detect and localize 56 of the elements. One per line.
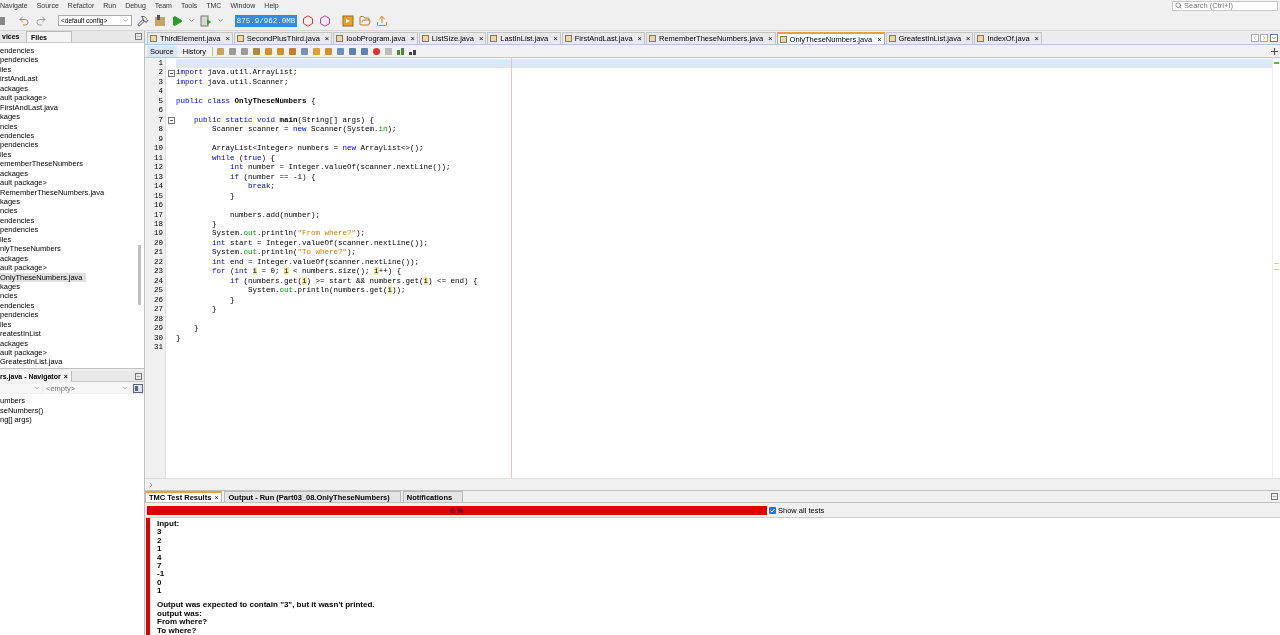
scrollbar[interactable] xyxy=(138,245,141,305)
java-file-icon xyxy=(564,35,572,42)
debug-icon[interactable] xyxy=(200,14,212,27)
caret-icon xyxy=(122,385,128,391)
output-line: 4 xyxy=(157,553,162,562)
java-file-icon xyxy=(649,35,656,42)
output-line: 2 xyxy=(157,536,162,546)
fold-icon[interactable] xyxy=(167,117,175,125)
java-file-icon xyxy=(779,35,787,43)
output-line: output was: xyxy=(157,609,202,618)
run-icon[interactable] xyxy=(171,14,183,27)
hexagon-icon[interactable] xyxy=(302,14,314,27)
caret-icon[interactable] xyxy=(188,17,195,24)
output-line: 7 xyxy=(157,561,162,571)
stop-icon[interactable] xyxy=(384,46,394,56)
hexagon-icon[interactable] xyxy=(319,14,331,27)
scroll-right-icon[interactable] xyxy=(1260,34,1268,42)
plus-icon[interactable] xyxy=(1271,47,1278,55)
scroll-right-icon[interactable] xyxy=(147,480,155,489)
java-file-icon xyxy=(236,35,244,42)
java-file-icon xyxy=(421,35,429,42)
caret-icon xyxy=(34,385,40,391)
chart-icon[interactable] xyxy=(396,46,406,56)
scroll-left-icon[interactable] xyxy=(1251,34,1259,42)
output-line: From where? xyxy=(157,618,208,627)
folder-icon[interactable] xyxy=(359,14,371,27)
output-line: 3 xyxy=(157,528,162,537)
redo-icon[interactable] xyxy=(35,14,47,27)
minimize-icon[interactable] xyxy=(135,33,142,40)
java-file-icon xyxy=(150,35,157,42)
record-icon[interactable] xyxy=(372,46,382,56)
project-icon[interactable] xyxy=(0,15,5,26)
java-file-icon xyxy=(977,35,985,42)
output-line: 1 xyxy=(157,545,162,554)
output-line: To where? xyxy=(157,626,197,635)
output-line: Input: xyxy=(157,520,180,529)
output-line: 1 xyxy=(157,587,162,596)
caret-icon[interactable] xyxy=(217,17,224,24)
show-all-checkbox[interactable] xyxy=(769,506,776,514)
java-file-icon xyxy=(336,35,344,42)
tab-list-icon[interactable] xyxy=(1270,34,1278,42)
upload-icon[interactable] xyxy=(376,14,388,27)
java-file-icon xyxy=(490,35,498,42)
caret-icon xyxy=(122,17,129,24)
minimize-icon[interactable] xyxy=(135,372,142,380)
output-line: Output was expected to contain "3", but it wasn't printed. xyxy=(157,601,375,610)
output-line: -1 xyxy=(157,570,165,579)
search-icon xyxy=(1175,2,1182,9)
output-line: 0 xyxy=(157,578,162,588)
fold-icon[interactable] xyxy=(167,69,175,77)
layout-icon[interactable] xyxy=(133,383,143,393)
arrow-box-icon[interactable] xyxy=(342,14,354,27)
undo-icon[interactable] xyxy=(18,14,30,27)
hammer-icon[interactable] xyxy=(137,14,149,27)
java-file-icon xyxy=(888,35,896,42)
minimize-icon[interactable] xyxy=(1271,493,1278,500)
